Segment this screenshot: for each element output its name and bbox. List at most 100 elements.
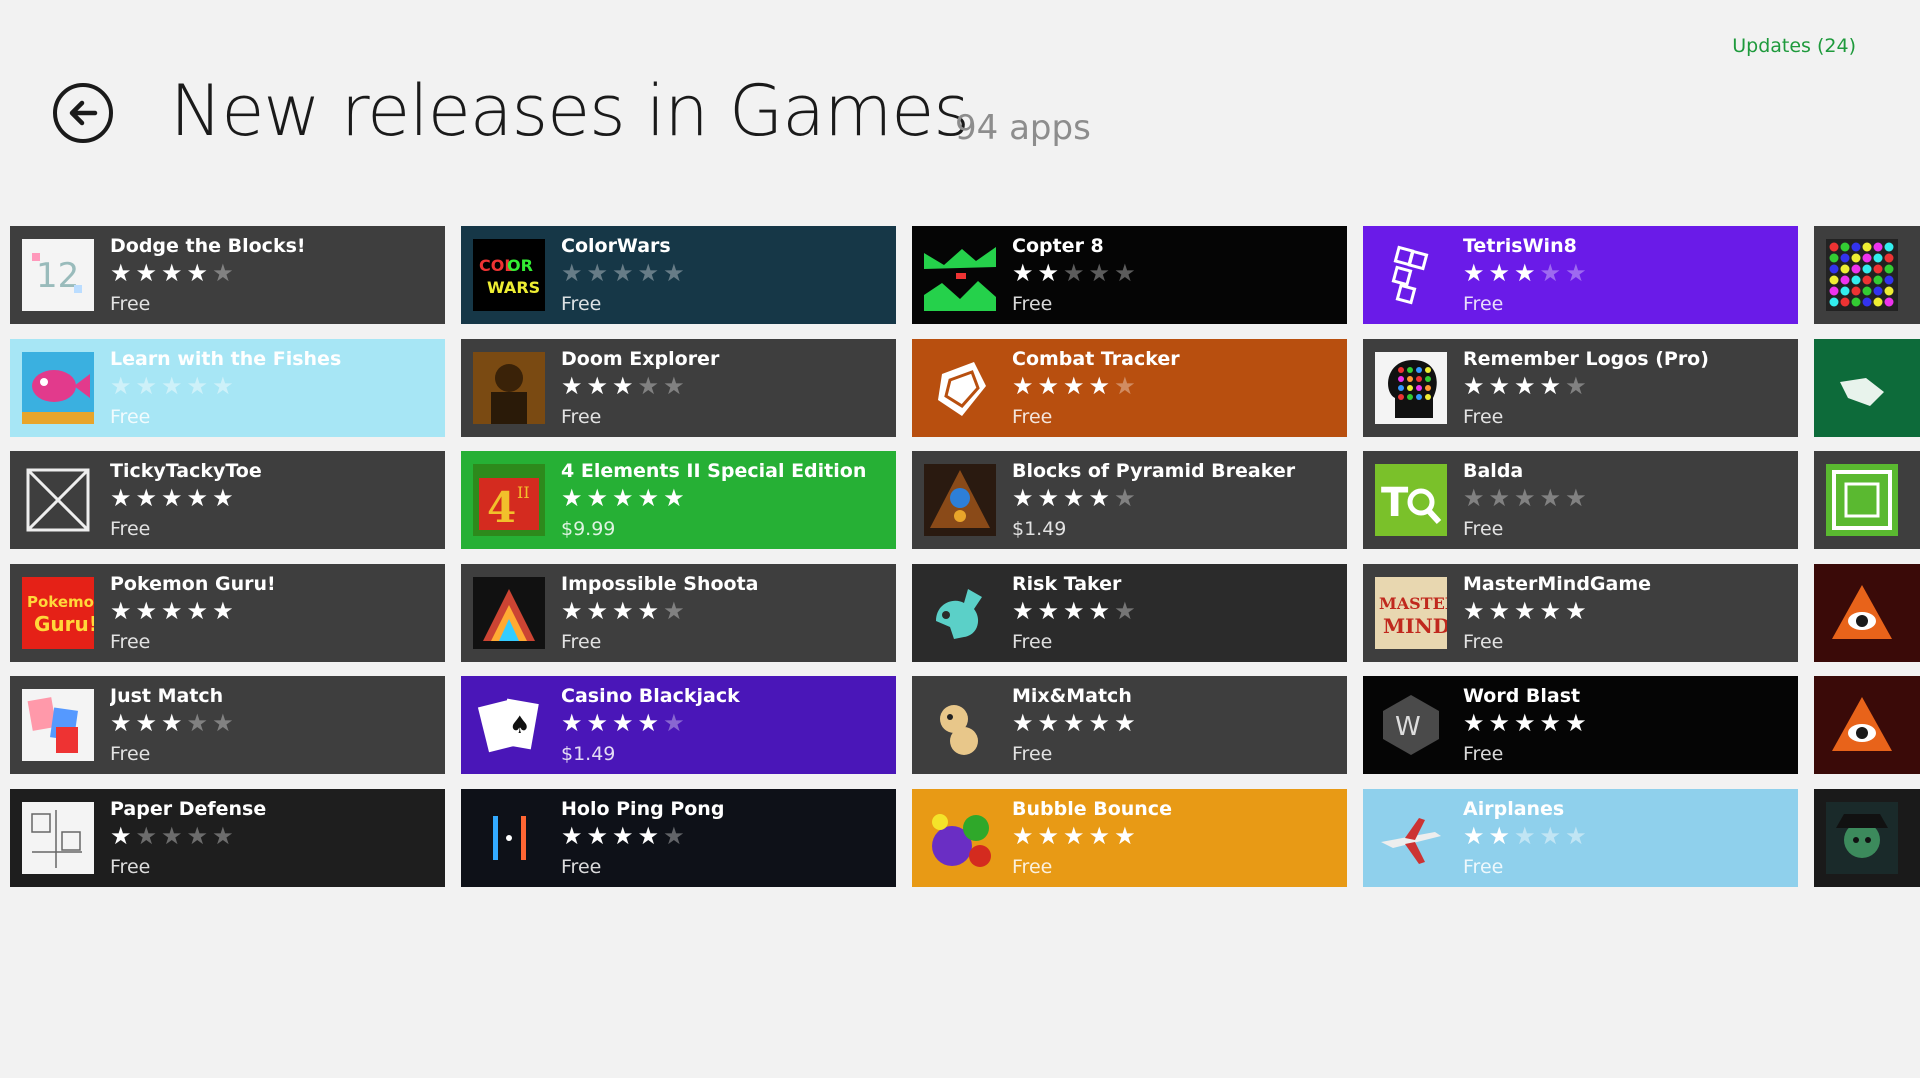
app-price: Free [1463, 518, 1504, 540]
app-price: Free [110, 406, 151, 428]
star-icon: ★ [663, 709, 689, 737]
app-name: Just Match [110, 685, 224, 707]
app-tile[interactable]: Airplanes ★★★★★ Free [1363, 789, 1798, 887]
star-icon: ★ [1539, 822, 1566, 850]
star-icon: ★ [135, 372, 162, 400]
app-price: Free [561, 406, 602, 428]
app-name: MasterMindGame [1463, 573, 1652, 595]
app-price: Free [110, 856, 151, 878]
star-icon: ★ [1565, 709, 1591, 737]
star-icon: ★ [1488, 484, 1515, 512]
app-tile[interactable]: Holo Ping Pong ★★★★★ Free [461, 789, 896, 887]
app-name: Learn with the Fishes [110, 348, 342, 370]
svg-text:OR: OR [507, 256, 533, 275]
star-icon: ★ [186, 484, 213, 512]
star-icon: ★ [1488, 709, 1515, 737]
app-tile[interactable]: Copter 8 ★★★★★ Free [912, 226, 1347, 324]
app-tile[interactable]: TickyTackyToe ★★★★★ Free [10, 451, 445, 549]
star-icon: ★ [1565, 822, 1591, 850]
app-tile[interactable] [1814, 451, 1920, 549]
mix-match-icon [924, 689, 996, 761]
app-name: Impossible Shoota [561, 573, 759, 595]
app-tile[interactable]: Blocks of Pyramid Breaker ★★★★★ $1.49 [912, 451, 1347, 549]
eye-icon [1826, 577, 1898, 649]
app-tile[interactable] [1814, 226, 1920, 324]
star-icon: ★ [1488, 372, 1515, 400]
star-icon: ★ [1012, 597, 1038, 625]
app-tile[interactable]: MASTERMINDMasterMindGame★★★★★Free [1363, 564, 1798, 662]
star-icon: ★ [663, 259, 689, 287]
app-price: Free [1463, 856, 1504, 878]
star-icon: ★ [1088, 259, 1115, 287]
app-tile[interactable]: Impossible Shoota ★★★★★ Free [461, 564, 896, 662]
app-price: Free [561, 631, 602, 653]
app-tile[interactable] [1814, 789, 1920, 887]
app-tile[interactable]: PokemonGuru!Pokemon Guru!★★★★★Free [10, 564, 445, 662]
app-tile[interactable]: Just Match ★★★★★ Free [10, 676, 445, 774]
star-icon: ★ [186, 372, 213, 400]
svg-text:WARS: WARS [487, 278, 540, 297]
star-icon: ★ [110, 259, 136, 287]
combat-shield-icon [924, 352, 996, 424]
star-icon: ★ [1037, 259, 1064, 287]
svg-text:4: 4 [487, 483, 516, 532]
star-icon: ★ [212, 822, 238, 850]
app-tile[interactable]: COL OR WARS ColorWars ★★★★★ Free [461, 226, 896, 324]
app-tile[interactable]: Remember Logos (Pro) ★★★★★ Free [1363, 339, 1798, 437]
app-name: Combat Tracker [1012, 348, 1180, 370]
star-icon: ★ [110, 597, 136, 625]
star-rating: ★★★★★ [110, 824, 238, 848]
star-icon: ★ [637, 484, 664, 512]
star-icon: ★ [1063, 597, 1089, 625]
pyramid-icon [924, 464, 996, 536]
star-icon: ★ [161, 597, 187, 625]
star-icon: ★ [1037, 597, 1064, 625]
star-icon: ★ [1488, 822, 1515, 850]
app-tile[interactable]: W Word Blast ★★★★★ Free [1363, 676, 1798, 774]
star-icon: ★ [1012, 259, 1038, 287]
app-tile[interactable]: Learn with the Fishes ★★★★★ Free [10, 339, 445, 437]
paper-defense-icon [22, 802, 94, 874]
star-icon: ★ [1114, 484, 1140, 512]
star-rating: ★★★★★ [561, 824, 689, 848]
app-tile[interactable]: ♠ Casino Blackjack ★★★★★ $1.49 [461, 676, 896, 774]
app-tile[interactable] [1814, 339, 1920, 437]
app-tile[interactable]: TetrisWin8 ★★★★★ Free [1363, 226, 1798, 324]
star-rating: ★★★★★ [561, 486, 689, 510]
star-icon: ★ [1088, 709, 1115, 737]
svg-text:Guru!: Guru! [34, 612, 94, 636]
star-rating: ★★★★★ [1012, 711, 1140, 735]
app-tile[interactable] [1814, 676, 1920, 774]
star-icon: ★ [1063, 709, 1089, 737]
star-icon: ★ [1012, 484, 1038, 512]
app-tile[interactable]: T Balda ★★★★★ Free [1363, 451, 1798, 549]
star-icon: ★ [1539, 597, 1566, 625]
star-rating: ★★★★★ [561, 374, 689, 398]
app-price: Free [1012, 293, 1053, 315]
app-tile[interactable]: 4 II 4 Elements II Special Edition ★★★★★ $9.… [461, 451, 896, 549]
app-tile[interactable]: Combat Tracker ★★★★★ Free [912, 339, 1347, 437]
app-name: Mix&Match [1012, 685, 1132, 707]
app-tile[interactable]: Bubble Bounce ★★★★★ Free [912, 789, 1347, 887]
app-price: Free [1463, 743, 1504, 765]
app-name: Pokemon Guru! [110, 573, 276, 595]
app-tile[interactable]: Risk Taker ★★★★★ Free [912, 564, 1347, 662]
star-icon: ★ [1514, 259, 1540, 287]
star-icon: ★ [1037, 822, 1064, 850]
star-rating: ★★★★★ [1463, 711, 1591, 735]
app-tile[interactable]: Paper Defense ★★★★★ Free [10, 789, 445, 887]
app-name: Doom Explorer [561, 348, 720, 370]
star-icon: ★ [1114, 597, 1140, 625]
risk-taker-icon [924, 577, 996, 649]
star-icon: ★ [1565, 259, 1591, 287]
star-icon: ★ [110, 709, 136, 737]
star-icon: ★ [135, 709, 162, 737]
app-tile[interactable]: Mix&Match ★★★★★ Free [912, 676, 1347, 774]
app-tile[interactable]: Doom Explorer ★★★★★ Free [461, 339, 896, 437]
bubble-icon [924, 802, 996, 874]
dodge-blocks-icon: 12 [22, 239, 94, 311]
star-icon: ★ [561, 484, 587, 512]
app-price: $1.49 [561, 743, 616, 765]
app-tile[interactable]: 12 Dodge the Blocks! ★★★★★ Free [10, 226, 445, 324]
app-tile[interactable] [1814, 564, 1920, 662]
